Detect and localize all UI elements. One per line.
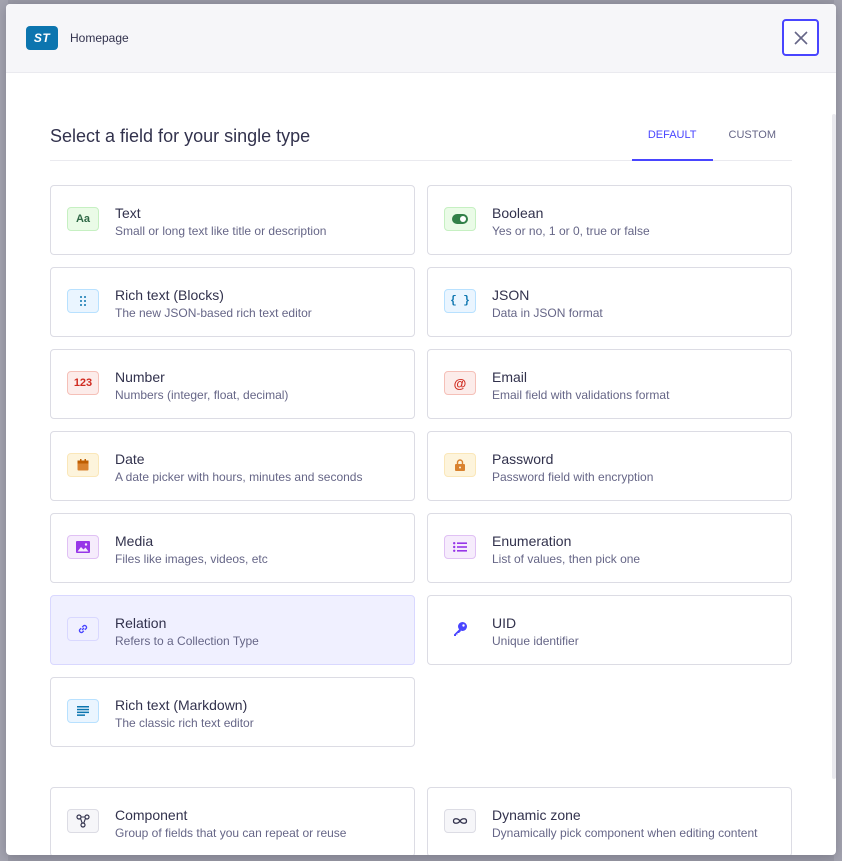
- field-description: Group of fields that you can repeat or r…: [115, 826, 347, 840]
- field-description: Numbers (integer, float, decimal): [115, 388, 289, 402]
- field-name: Password: [492, 451, 554, 467]
- field-name: Relation: [115, 615, 167, 631]
- field-description: Unique identifier: [492, 634, 579, 648]
- field-name: Date: [115, 451, 145, 467]
- field-description: A date picker with hours, minutes and se…: [115, 470, 363, 484]
- field-name: Media: [115, 533, 154, 549]
- field-name: Component: [115, 807, 188, 823]
- field-card-relation[interactable]: Relation Refers to a Collection Type: [50, 595, 415, 665]
- toggle-icon: [444, 207, 476, 231]
- field-description: Data in JSON format: [492, 306, 603, 320]
- paragraph-icon: [67, 699, 99, 723]
- at-icon: @: [444, 371, 476, 395]
- field-name: Number: [115, 369, 165, 385]
- field-name: Rich text (Blocks): [115, 287, 224, 303]
- calendar-icon: [67, 453, 99, 477]
- field-description: Yes or no, 1 or 0, true or false: [492, 224, 650, 238]
- field-card-boolean[interactable]: Boolean Yes or no, 1 or 0, true or false: [427, 185, 792, 255]
- field-card-component[interactable]: Component Group of fields that you can r…: [50, 787, 415, 855]
- page-title: Select a field for your single type: [50, 126, 311, 146]
- field-card-rich-text-markdown[interactable]: Rich text (Markdown) The classic rich te…: [50, 677, 415, 747]
- text-icon: Aa: [67, 207, 99, 231]
- field-type-modal: ST Homepage Select a field for your sing…: [6, 4, 836, 855]
- field-description: Refers to a Collection Type: [115, 634, 259, 648]
- field-name: JSON: [492, 287, 530, 303]
- number-icon: 123: [67, 371, 99, 395]
- field-card-dynamic-zone[interactable]: Dynamic zone Dynamically pick component …: [427, 787, 792, 855]
- field-card-date[interactable]: Date A date picker with hours, minutes a…: [50, 431, 415, 501]
- field-card-json[interactable]: { } JSON Data in JSON format: [427, 267, 792, 337]
- field-card-media[interactable]: Media Files like images, videos, etc: [50, 513, 415, 583]
- drag-dots-icon: [67, 289, 99, 313]
- field-name: Email: [492, 369, 528, 385]
- close-button[interactable]: [782, 19, 819, 56]
- close-icon: [793, 30, 808, 45]
- modal-title: Homepage: [70, 31, 129, 45]
- field-name: Enumeration: [492, 533, 572, 549]
- field-description: Small or long text like title or descrip…: [115, 224, 327, 238]
- modal-content: Select a field for your single type DEFA…: [50, 114, 792, 855]
- field-name: Text: [115, 205, 141, 221]
- tab-custom[interactable]: CUSTOM: [713, 114, 792, 161]
- modal-header: ST Homepage: [6, 4, 836, 73]
- single-type-badge: ST: [26, 26, 58, 50]
- field-card-password[interactable]: Password Password field with encryption: [427, 431, 792, 501]
- field-description: Dynamically pick component when editing …: [492, 826, 758, 840]
- field-card-uid[interactable]: UID Unique identifier: [427, 595, 792, 665]
- field-name: Rich text (Markdown): [115, 697, 248, 713]
- field-name: UID: [492, 615, 517, 631]
- tab-default[interactable]: DEFAULT: [631, 114, 713, 161]
- infinity-icon: [444, 809, 476, 833]
- field-card-rich-text-blocks[interactable]: Rich text (Blocks) The new JSON-based ri…: [50, 267, 415, 337]
- key-icon: [444, 617, 476, 641]
- field-description: The new JSON-based rich text editor: [115, 306, 312, 320]
- field-description: Password field with encryption: [492, 470, 654, 484]
- field-card-email[interactable]: @ Email Email field with validations for…: [427, 349, 792, 419]
- title-row: Select a field for your single type DEFA…: [50, 114, 792, 161]
- list-icon: [444, 535, 476, 559]
- field-tabs: DEFAULT CUSTOM: [631, 114, 792, 161]
- field-card-text[interactable]: Aa Text Small or long text like title or…: [50, 185, 415, 255]
- braces-icon: { }: [444, 289, 476, 313]
- component-icon: [67, 809, 99, 833]
- field-description: The classic rich text editor: [115, 716, 254, 730]
- scrollbar[interactable]: [832, 114, 836, 779]
- field-card-number[interactable]: 123 Number Numbers (integer, float, deci…: [50, 349, 415, 419]
- field-description: Email field with validations format: [492, 388, 670, 402]
- link-icon: [67, 617, 99, 641]
- image-icon: [67, 535, 99, 559]
- field-name: Dynamic zone: [492, 807, 581, 823]
- field-name: Boolean: [492, 205, 544, 221]
- field-description: Files like images, videos, etc: [115, 552, 268, 566]
- field-description: List of values, then pick one: [492, 552, 641, 566]
- lock-icon: [444, 453, 476, 477]
- field-card-enumeration[interactable]: Enumeration List of values, then pick on…: [427, 513, 792, 583]
